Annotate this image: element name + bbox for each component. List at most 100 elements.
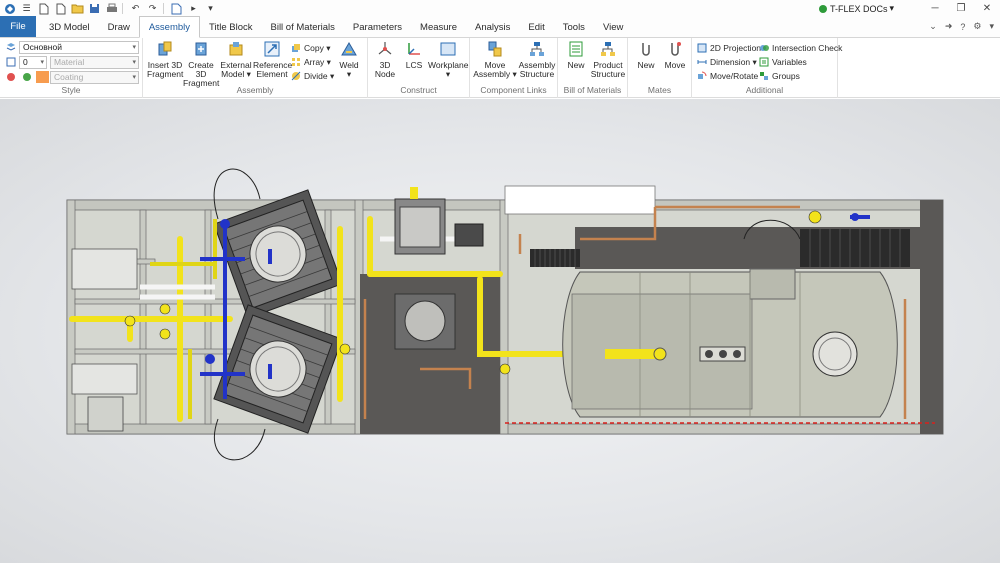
- undo-icon[interactable]: ↶: [128, 2, 143, 15]
- projection-icon: [697, 43, 707, 53]
- dimension-label: Dimension ▾: [710, 56, 757, 67]
- dimension-button[interactable]: Dimension ▾: [697, 55, 757, 69]
- assembly-structure-icon: [528, 40, 546, 58]
- dimension-icon: [697, 57, 707, 67]
- move-rotate-button[interactable]: Move/Rotate: [697, 69, 758, 83]
- variables-button[interactable]: Variables: [759, 55, 807, 69]
- help-icon[interactable]: ?: [960, 22, 965, 32]
- tflex-docs-button[interactable]: T-FLEX DOCs ▾: [818, 3, 894, 14]
- lcs-button[interactable]: LCS: [400, 40, 428, 70]
- tab-view[interactable]: View: [594, 17, 632, 37]
- intersection-check-button[interactable]: Intersection Check: [759, 41, 842, 55]
- color-swatch[interactable]: [36, 71, 49, 83]
- create-3d-fragment-label: Create 3D: [188, 60, 214, 79]
- tab-bill-of-materials[interactable]: Bill of Materials: [262, 17, 344, 37]
- weld-icon: [340, 40, 358, 58]
- separator-vessel: [394, 293, 456, 350]
- copy-button[interactable]: Copy ▾: [291, 41, 330, 55]
- divide-icon: [291, 71, 301, 81]
- restore-button[interactable]: ❐: [948, 0, 974, 17]
- redo-icon[interactable]: ↷: [145, 2, 160, 15]
- move-rotate-label: Move/Rotate: [710, 71, 759, 81]
- move-rotate-icon: [697, 71, 707, 81]
- mate-new-icon: [637, 40, 655, 58]
- export-icon[interactable]: [169, 2, 184, 15]
- assembly-model[interactable]: [0, 99, 1000, 563]
- layer-select[interactable]: Основной ▾: [19, 41, 139, 54]
- chevron-down-icon: ▾: [889, 3, 894, 13]
- minimize-button[interactable]: ─: [922, 0, 948, 17]
- move-assembly-button[interactable]: Move Assembly ▾: [473, 40, 517, 79]
- 2d-projection-button[interactable]: 2D Projection: [697, 41, 761, 55]
- bom-group-label: Bill of Materials: [563, 85, 622, 95]
- additional-group-label: Additional: [745, 85, 784, 95]
- tab-edit[interactable]: Edit: [519, 17, 553, 37]
- divide-button[interactable]: Divide ▾: [291, 69, 334, 83]
- mate-move-icon: [666, 40, 684, 58]
- new-document-icon[interactable]: [36, 2, 51, 15]
- intersection-check-label: Intersection Check: [772, 43, 843, 53]
- lcs-icon: [405, 40, 423, 58]
- copy-label: Copy ▾: [304, 42, 331, 53]
- insert-3d-fragment-button[interactable]: Insert 3D Fragment: [147, 40, 183, 79]
- material-select[interactable]: Material ▾: [50, 56, 139, 69]
- bom-new-button[interactable]: New: [562, 40, 590, 70]
- tab-assembly[interactable]: Assembly: [138, 16, 201, 38]
- assembly-structure-button[interactable]: Assembly Structure: [517, 40, 557, 79]
- bom-new-label: New: [567, 60, 585, 70]
- coating-select[interactable]: Coating ▾: [50, 71, 139, 84]
- workplane-button[interactable]: Workplane ▾: [428, 40, 468, 79]
- insert-3d-fragment-label-2: Fragment: [147, 69, 184, 79]
- array-button[interactable]: Array ▾: [291, 55, 331, 69]
- reference-element-button[interactable]: Reference Element: [253, 40, 292, 79]
- external-model-icon: [227, 40, 245, 58]
- tab-tools[interactable]: Tools: [554, 17, 594, 37]
- settings-icon[interactable]: ⚙: [973, 21, 981, 32]
- ribbon: Основной ▾ 0 ▾ Material ▾ Coating ▾ Style In…: [0, 38, 1000, 98]
- tab-parameters[interactable]: Parameters: [344, 17, 411, 37]
- mate-new-label: New: [637, 60, 655, 70]
- variables-label: Variables: [772, 57, 807, 67]
- mate-move-label: Move: [664, 60, 686, 70]
- bom-group: New Product Structure Bill of Materials: [558, 38, 628, 98]
- collapse-ribbon-icon[interactable]: ⌄: [929, 21, 937, 32]
- external-model-button[interactable]: External Model ▾: [219, 40, 253, 79]
- assembly-structure-label-2: Structure: [519, 69, 555, 79]
- tab-file[interactable]: File: [0, 16, 36, 37]
- customize-icon[interactable]: ▾: [203, 2, 218, 15]
- lcs-label: LCS: [405, 60, 423, 70]
- tab-draw[interactable]: Draw: [99, 17, 139, 37]
- ribbon-options-icon[interactable]: ▾: [989, 21, 994, 32]
- reference-element-label-2: Element: [256, 69, 288, 79]
- level-field[interactable]: 0 ▾: [19, 56, 47, 69]
- arrow-icon[interactable]: ➜: [945, 21, 953, 32]
- 2d-projection-label: 2D Projection: [710, 43, 762, 53]
- 3d-node-button[interactable]: 3D Node: [370, 40, 400, 79]
- tab-3d-model[interactable]: 3D Model: [40, 17, 99, 37]
- tflex-logo-icon[interactable]: [2, 2, 17, 15]
- 3d-viewport[interactable]: [0, 99, 1000, 563]
- open-icon[interactable]: [70, 2, 85, 15]
- component-links-group-label: Component Links: [480, 85, 547, 95]
- style-group: Основной ▾ 0 ▾ Material ▾ Coating ▾ Style: [0, 38, 143, 98]
- create-fragment-icon: [192, 40, 210, 58]
- tab-title-block[interactable]: Title Block: [200, 17, 261, 37]
- product-structure-label-2: Structure: [590, 69, 626, 79]
- save-icon[interactable]: [87, 2, 102, 15]
- tab-measure[interactable]: Measure: [411, 17, 466, 37]
- groups-button[interactable]: Groups: [759, 69, 800, 83]
- tab-analysis[interactable]: Analysis: [466, 17, 519, 37]
- mate-new-button[interactable]: New: [632, 40, 660, 70]
- create-3d-fragment-button[interactable]: Create 3D Fragment: [183, 40, 219, 88]
- menu-icon[interactable]: ☰: [19, 2, 34, 15]
- weld-button[interactable]: Weld ▾: [333, 40, 365, 79]
- close-button[interactable]: ✕: [974, 0, 1000, 17]
- component-links-group: Move Assembly ▾ Assembly Structure Compo…: [470, 38, 558, 98]
- play-icon[interactable]: ▸: [186, 2, 201, 15]
- mate-move-button[interactable]: Move: [660, 40, 690, 70]
- print-icon[interactable]: [104, 2, 119, 15]
- construct-group: 3D Node LCS Workplane ▾ Construct: [368, 38, 470, 98]
- groups-icon: [759, 71, 769, 81]
- product-structure-button[interactable]: Product Structure: [590, 40, 626, 79]
- new-document-icon[interactable]: [53, 2, 68, 15]
